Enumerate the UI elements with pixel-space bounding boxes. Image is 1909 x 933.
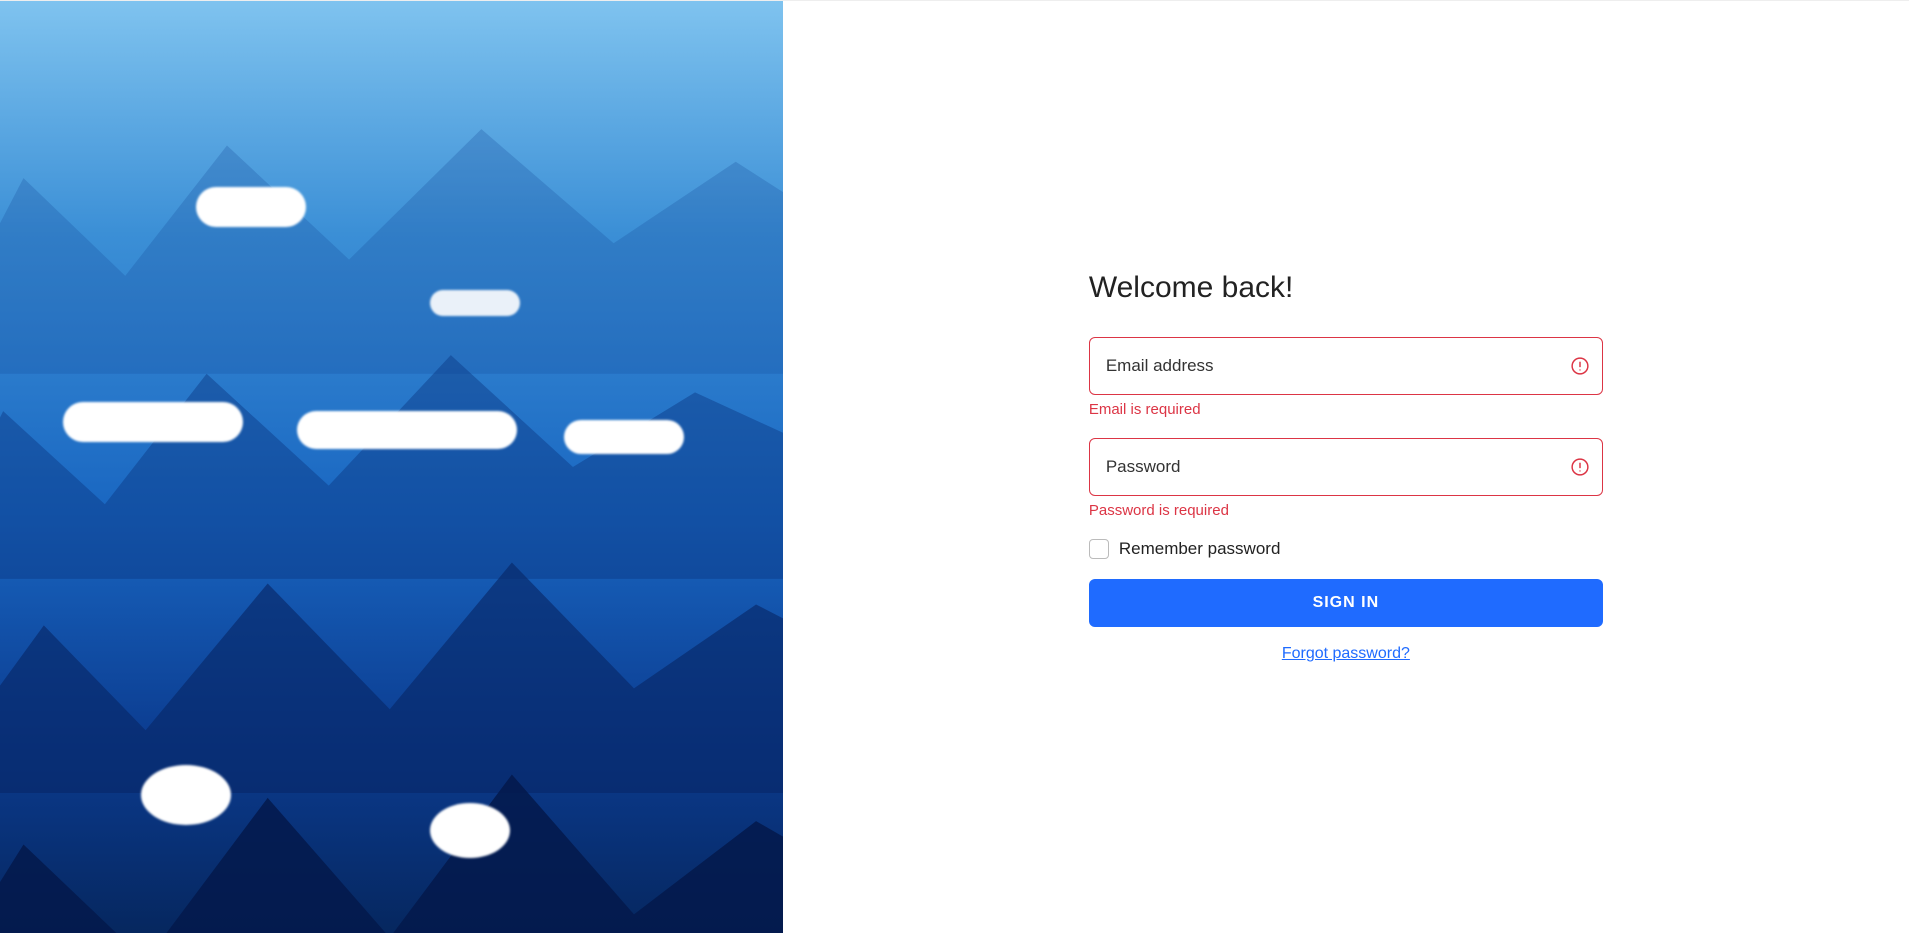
email-field[interactable] bbox=[1089, 337, 1603, 395]
error-icon bbox=[1571, 357, 1589, 375]
page-title: Welcome back! bbox=[1089, 271, 1603, 305]
signin-button[interactable]: SIGN IN bbox=[1089, 579, 1603, 627]
email-field-wrap bbox=[1089, 337, 1603, 395]
forgot-row: Forgot password? bbox=[1089, 645, 1603, 663]
forgot-password-link[interactable]: Forgot password? bbox=[1282, 645, 1410, 662]
password-field[interactable] bbox=[1089, 438, 1603, 496]
password-error: Password is required bbox=[1089, 502, 1603, 519]
login-panel: Welcome back! Email is required bbox=[783, 1, 1909, 933]
hero-image bbox=[0, 1, 783, 933]
remember-label[interactable]: Remember password bbox=[1119, 539, 1281, 559]
error-icon bbox=[1571, 458, 1589, 476]
email-error: Email is required bbox=[1089, 401, 1603, 418]
login-form: Welcome back! Email is required bbox=[1089, 271, 1603, 663]
remember-checkbox[interactable] bbox=[1089, 539, 1109, 559]
password-field-wrap bbox=[1089, 438, 1603, 496]
remember-row: Remember password bbox=[1089, 539, 1603, 559]
